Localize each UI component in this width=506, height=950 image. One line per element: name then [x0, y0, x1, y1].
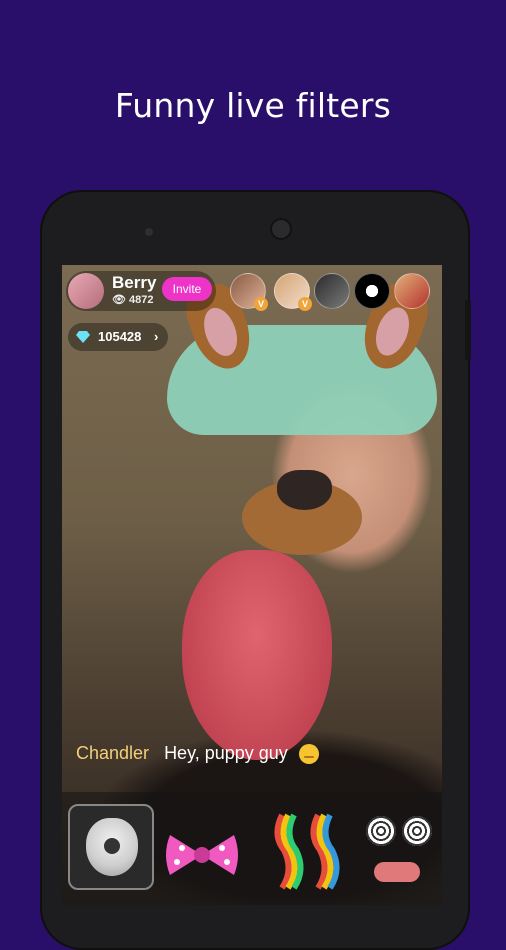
headline: Funny live filters	[114, 86, 392, 125]
chevron-right-icon: ›	[154, 329, 159, 344]
vip-badge: V	[254, 297, 268, 311]
white-dog-icon	[86, 818, 138, 876]
front-camera	[145, 228, 153, 236]
invite-button[interactable]: Invite	[162, 277, 212, 301]
viewer-avatar[interactable]: V	[230, 273, 268, 311]
viewer-avatar[interactable]	[314, 273, 350, 309]
speaker-grill	[270, 218, 292, 240]
viewer-avatar[interactable]	[394, 273, 430, 309]
filter-tray	[62, 792, 442, 905]
dog-nose	[277, 470, 332, 510]
phone-side-button	[465, 300, 471, 360]
chat-message: Hey, puppy guy	[164, 743, 288, 763]
host-name: Berry	[112, 273, 157, 292]
coin-balance[interactable]: 105428 ›	[68, 323, 168, 351]
viewer-count-value: 4872	[129, 294, 154, 306]
top-bar: Berry 👁 4872 Invite V V	[62, 265, 442, 325]
chat-line: Chandler Hey, puppy guy	[76, 743, 319, 765]
viewer-count: 👁 4872	[112, 293, 154, 306]
wink-emoji-icon	[298, 744, 319, 765]
chat-username: Chandler	[76, 743, 150, 763]
eye-icon: 👁	[112, 294, 126, 306]
vip-badge: V	[298, 297, 312, 311]
viewer-avatar[interactable]	[354, 273, 390, 309]
diamond-icon	[76, 331, 90, 343]
filter-white-dog[interactable]	[68, 804, 154, 890]
pink-bow-icon[interactable]	[162, 830, 242, 880]
dizzy-eyes-icon[interactable]	[362, 816, 432, 896]
coin-amount: 105428	[98, 329, 142, 344]
host-avatar[interactable]	[68, 273, 104, 309]
dog-tongue	[182, 550, 332, 760]
viewer-avatar[interactable]: V	[274, 273, 312, 311]
rainbow-icon[interactable]	[272, 810, 342, 890]
live-video-screen: Berry 👁 4872 Invite V V 105428 › Chandle…	[62, 265, 442, 905]
